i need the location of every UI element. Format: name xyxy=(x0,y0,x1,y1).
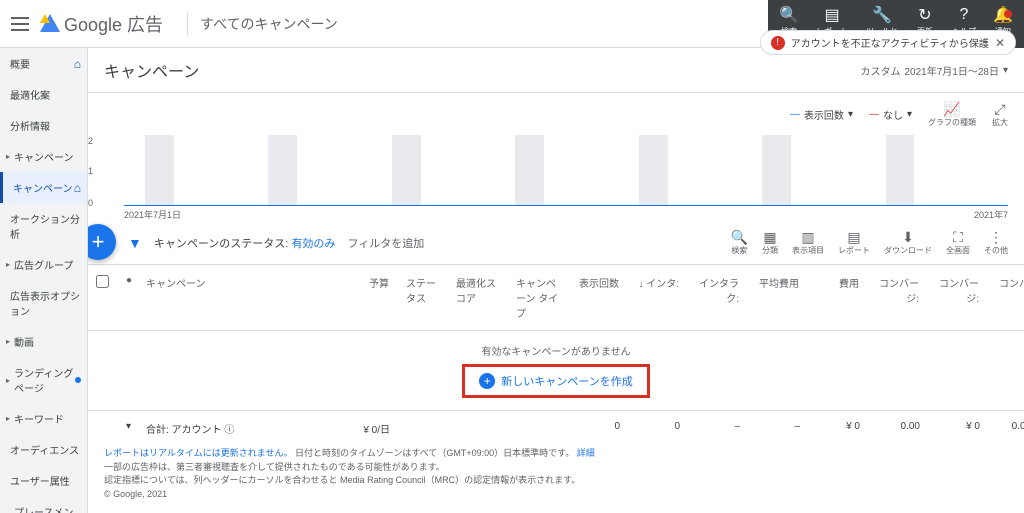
column-header[interactable]: ステータス xyxy=(398,265,448,330)
column-header[interactable] xyxy=(88,265,118,330)
table-action-4[interactable]: ⬇ダウンロード xyxy=(884,229,932,256)
sidebar-item-2[interactable]: 分析情報 xyxy=(0,110,87,141)
table-action-0[interactable]: 🔍検索 xyxy=(731,229,748,256)
sidebar: 概要⌂最適化案分析情報▸キャンペーンキャンペーン⌂オークション分析▸広告グループ… xyxy=(0,48,88,513)
add-filter-button[interactable]: フィルタを追加 xyxy=(347,235,424,251)
column-header[interactable]: ↓ インタ: xyxy=(628,265,688,330)
column-header[interactable]: 最適化スコア xyxy=(448,265,508,330)
alert-icon: ! xyxy=(771,36,785,50)
date-range-picker[interactable]: カスタム 2021年7月1日～28日 ▾ xyxy=(860,63,1008,78)
sidebar-item-5[interactable]: オークション分析 xyxy=(0,203,87,249)
breadcrumb[interactable]: すべてのキャンペーン xyxy=(200,14,338,34)
column-header[interactable]: コンバージ: xyxy=(868,265,928,330)
empty-state: 有効なキャンペーンがありません + 新しいキャンペーンを作成 xyxy=(88,331,1024,410)
sidebar-item-0[interactable]: 概要⌂ xyxy=(0,48,87,79)
sidebar-item-12[interactable]: ユーザー属性 xyxy=(0,465,87,496)
metric-selector-secondary[interactable]: — なし ▾ xyxy=(869,107,912,122)
product-name: Google 広告 xyxy=(64,11,163,37)
sidebar-item-13[interactable]: ▸プレースメント xyxy=(0,496,87,513)
alert-text: アカウントを不正なアクティビティから保護 xyxy=(791,35,989,50)
chevron-down-icon: ▾ xyxy=(1003,65,1008,76)
column-header[interactable]: 平均費用 xyxy=(748,265,808,330)
column-header[interactable]: キャンペーン xyxy=(138,265,338,330)
filter-chip[interactable]: キャンペーンのステータス: 有効のみ xyxy=(154,235,336,251)
ads-logo-icon xyxy=(40,14,60,34)
metric-selector-primary[interactable]: — 表示回数 ▾ xyxy=(790,107,853,122)
table-action-3[interactable]: ▤レポート xyxy=(838,229,870,256)
sidebar-item-4[interactable]: キャンペーン⌂ xyxy=(0,172,87,203)
table-action-2[interactable]: ▥表示項目 xyxy=(792,229,824,256)
column-header[interactable]: 費用 xyxy=(808,265,868,330)
sidebar-item-8[interactable]: ▸動画 xyxy=(0,326,87,357)
product-logo[interactable]: Google 広告 xyxy=(40,11,163,37)
column-header[interactable]: ● xyxy=(118,265,138,330)
sidebar-item-1[interactable]: 最適化案 xyxy=(0,79,87,110)
column-header[interactable]: インタラク: xyxy=(688,265,748,330)
expand-chart-button[interactable]: ⤢拡大 xyxy=(992,101,1008,128)
close-icon[interactable]: ✕ xyxy=(995,36,1005,50)
column-header[interactable]: コンバージ: xyxy=(928,265,988,330)
sidebar-item-3[interactable]: ▸キャンペーン xyxy=(0,141,87,172)
security-alert-pill[interactable]: ! アカウントを不正なアクティビティから保護 ✕ xyxy=(760,30,1016,55)
sidebar-item-11[interactable]: オーディエンス xyxy=(0,434,87,465)
hamburger-menu-icon[interactable] xyxy=(8,12,32,36)
table-action-1[interactable]: ▦分類 xyxy=(762,229,778,256)
dash-icon: — xyxy=(790,109,800,120)
page-title: キャンペーン xyxy=(104,58,199,82)
footer-disclaimer: レポートはリアルタイムには更新されません。 日付と時刻のタイムゾーンはすべて（G… xyxy=(88,435,1024,513)
total-row: ▾ 合計: アカウント ⓘ ¥ 0/日 0 0 – – ¥ 0 0.00 ¥ 0… xyxy=(88,410,1024,435)
select-all-checkbox[interactable] xyxy=(96,275,109,288)
chevron-down-icon[interactable]: ▾ xyxy=(126,421,131,432)
filter-icon[interactable]: ▼ xyxy=(128,235,142,251)
column-header[interactable]: 予算 xyxy=(338,265,398,330)
chevron-down-icon: ▾ xyxy=(848,109,853,120)
dash-icon: — xyxy=(869,109,879,120)
sidebar-item-9[interactable]: ▸ランディング ページ xyxy=(0,357,87,403)
chart: 2 1 0 2021年7月1日 2021年7 xyxy=(88,136,1024,221)
column-header[interactable]: キャンペーン タイプ xyxy=(508,265,568,330)
column-header[interactable]: コンバージ: xyxy=(988,265,1024,330)
plus-icon: + xyxy=(479,373,495,389)
sidebar-item-6[interactable]: ▸広告グループ xyxy=(0,249,87,280)
create-campaign-button[interactable]: + 新しいキャンペーンを作成 xyxy=(479,373,632,389)
sidebar-item-10[interactable]: ▸キーワード xyxy=(0,403,87,434)
chart-type-button[interactable]: 📈グラフの種類 xyxy=(928,101,976,128)
table-action-5[interactable]: ⛶全画面 xyxy=(946,229,970,256)
table-action-6[interactable]: ⋮その他 xyxy=(984,229,1008,256)
chevron-down-icon: ▾ xyxy=(907,109,912,120)
column-header[interactable]: 表示回数 xyxy=(568,265,628,330)
sidebar-item-7[interactable]: 広告表示オプション xyxy=(0,280,87,326)
divider xyxy=(187,12,188,36)
details-link[interactable]: 詳細 xyxy=(577,448,595,458)
